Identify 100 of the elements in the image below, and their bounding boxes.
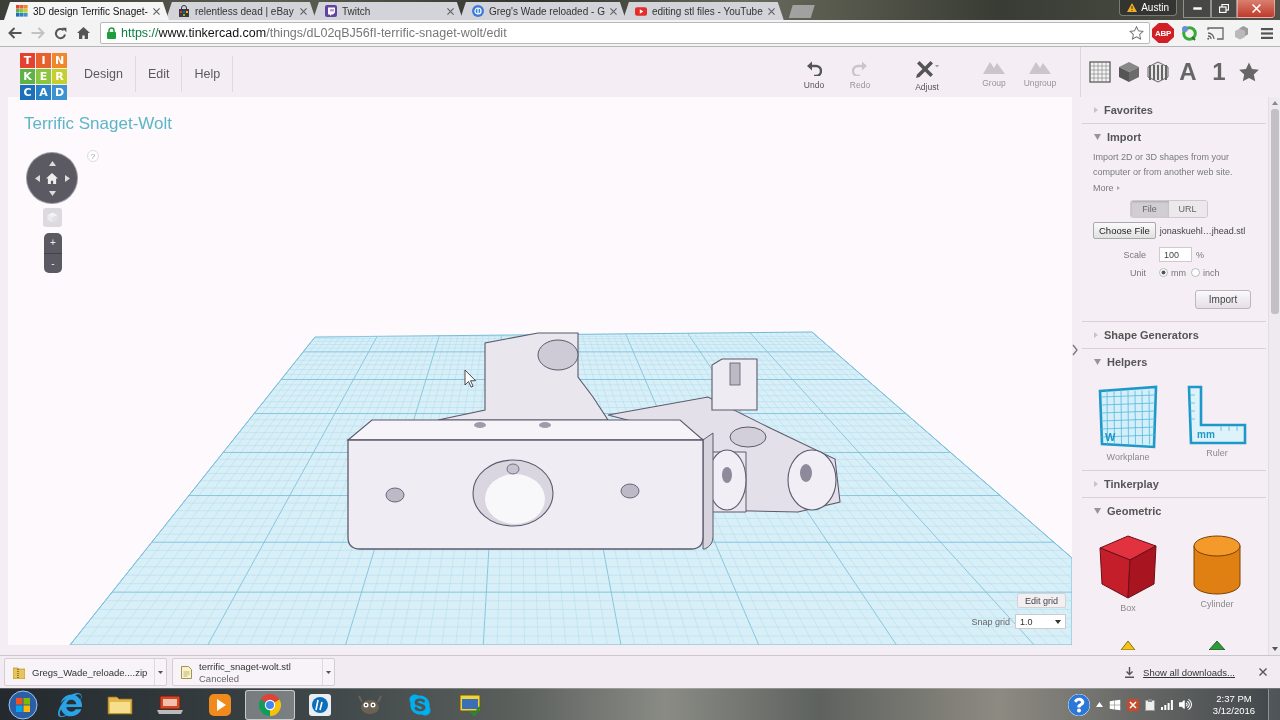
shape-tool-button[interactable]: A xyxy=(1176,59,1200,85)
import-description: Import 2D or 3D shapes from your computer or from another web site. xyxy=(1093,151,1234,179)
cylinder-icon[interactable] xyxy=(1192,534,1242,596)
section-header[interactable]: Helpers xyxy=(1082,349,1266,375)
clipboard-icon[interactable] xyxy=(1145,698,1155,711)
toolbar-button[interactable]: Adjust xyxy=(904,47,950,97)
caret-down-icon[interactable] xyxy=(158,670,163,674)
section-header[interactable]: Import xyxy=(1082,124,1266,150)
ring-magnifier-icon[interactable] xyxy=(1181,25,1197,41)
toolbar-button[interactable]: Undo xyxy=(791,47,837,97)
radio-button[interactable] xyxy=(1191,268,1200,277)
help-icon[interactable] xyxy=(1068,693,1090,716)
show-all-downloads-link[interactable]: Show all downloads... xyxy=(1143,666,1235,678)
zoom-out-button[interactable]: - xyxy=(44,253,62,273)
section-header[interactable]: Geometric xyxy=(1082,498,1266,524)
scroll-down-icon[interactable] xyxy=(1271,647,1278,651)
menu-icon[interactable] xyxy=(1261,27,1273,39)
home-icon[interactable] xyxy=(77,27,90,39)
triangle-left-icon[interactable] xyxy=(34,174,40,182)
more-link[interactable]: More xyxy=(1093,182,1114,193)
maximize-button[interactable] xyxy=(1211,0,1237,18)
browser-tab[interactable]: Greg's Wade reloaded - G xyxy=(459,2,626,20)
cube-icon[interactable] xyxy=(1118,61,1140,83)
scrollbar-thumb[interactable] xyxy=(1270,109,1279,314)
section-header[interactable]: Tinkerplay xyxy=(1082,471,1266,497)
source-tab[interactable]: File xyxy=(1130,201,1169,217)
menu-item[interactable]: Edit xyxy=(135,56,183,92)
address-bar[interactable]: https://www.tinkercad.com/things/dL02qBJ56fI-terrific-snaget-wolt/edit xyxy=(100,22,1150,44)
section-header[interactable]: Shape Generators xyxy=(1082,322,1266,348)
browser-tab[interactable]: Twitch xyxy=(312,2,463,20)
padlock-icon xyxy=(107,27,116,39)
unit-option[interactable]: mm xyxy=(1159,267,1186,278)
choose-file-button[interactable]: Choose File xyxy=(1093,222,1156,239)
triangle-right-icon[interactable] xyxy=(64,174,70,182)
caret-up-icon[interactable] xyxy=(1096,702,1103,707)
star-icon[interactable] xyxy=(1238,61,1260,83)
taskbar-app-button[interactable] xyxy=(245,689,295,720)
scale-input[interactable]: 100 xyxy=(1159,247,1192,262)
home-icon[interactable] xyxy=(46,172,58,184)
menu-item[interactable]: Design xyxy=(72,56,136,92)
profile-button[interactable]: Austin xyxy=(1119,0,1177,16)
snap-grid-select[interactable]: 1.0 xyxy=(1015,614,1066,629)
close-tab-icon[interactable] xyxy=(299,7,307,15)
caret-down-icon[interactable] xyxy=(326,670,331,674)
download-item[interactable]: terrific_snaget-wolt.stl Canceled xyxy=(172,658,335,686)
close-tab-icon[interactable] xyxy=(609,7,617,15)
logo-tile: I xyxy=(36,53,51,68)
close-button[interactable] xyxy=(1237,0,1275,18)
minimize-icon xyxy=(1192,7,1202,10)
restore-icon xyxy=(1219,4,1229,13)
browser-tab[interactable]: relentless dead | eBay xyxy=(165,2,316,20)
flag-icon[interactable] xyxy=(1109,698,1121,711)
bookmark-star-icon[interactable] xyxy=(1129,26,1144,40)
ruler-pencil-icon xyxy=(915,60,939,78)
signal-bars-icon[interactable] xyxy=(1161,699,1173,710)
shape-tool-button[interactable]: 1 xyxy=(1207,59,1231,85)
striped-cube-icon[interactable] xyxy=(1147,61,1169,83)
adblock-badge[interactable]: ABP xyxy=(1152,23,1174,43)
logo-tile: E xyxy=(36,69,51,84)
orbit-control[interactable] xyxy=(27,153,77,203)
cube-icon xyxy=(47,212,58,223)
close-tab-icon[interactable] xyxy=(446,7,454,15)
import-button[interactable]: Import xyxy=(1195,290,1251,309)
reload-icon[interactable] xyxy=(54,26,67,40)
shape-label: Ruler xyxy=(1206,448,1228,458)
shape-label: Box xyxy=(1120,603,1136,613)
roof-icon[interactable] xyxy=(1209,641,1225,650)
screen-icon xyxy=(157,694,183,715)
close-tab-icon[interactable] xyxy=(767,7,775,15)
speaker-icon[interactable] xyxy=(1179,698,1192,711)
pyramid-icon[interactable] xyxy=(1121,641,1135,650)
new-tab-button[interactable] xyxy=(788,5,815,18)
triangle-down-icon[interactable] xyxy=(48,190,56,196)
scroll-up-icon[interactable] xyxy=(1271,101,1278,105)
creature-icon xyxy=(358,694,382,715)
speech-bubble-icon xyxy=(324,5,337,17)
cast-icon[interactable] xyxy=(1206,26,1224,40)
close-tab-icon[interactable] xyxy=(152,7,160,15)
source-tab[interactable]: URL xyxy=(1168,201,1207,217)
shape-label: Workplane xyxy=(1106,452,1150,462)
tray-app-icon[interactable] xyxy=(1127,698,1139,711)
zip-folder-icon xyxy=(13,665,25,679)
unit-option[interactable]: inch xyxy=(1191,267,1220,278)
radio-button[interactable] xyxy=(1159,268,1168,277)
browser-tab[interactable]: 3D design Terrific Snaget- xyxy=(4,2,169,20)
edit-grid-button[interactable]: Edit grid xyxy=(1016,593,1066,608)
zoom-in-button[interactable]: + xyxy=(44,233,62,254)
circle-logo-icon xyxy=(471,5,484,17)
section-header[interactable]: Favorites xyxy=(1082,97,1266,123)
minimize-button[interactable] xyxy=(1183,0,1211,18)
menu-item[interactable]: Help xyxy=(182,56,234,92)
chevron-right-icon[interactable] xyxy=(1072,344,1078,356)
start-orb-icon[interactable] xyxy=(7,689,38,720)
cube-icon[interactable] xyxy=(1098,534,1158,600)
download-item[interactable]: Gregs_Wade_reloade....zip xyxy=(4,658,167,686)
grid-icon[interactable] xyxy=(1089,61,1111,83)
browser-tab[interactable]: editing stl files - YouTube xyxy=(622,2,784,20)
triangle-up-icon[interactable] xyxy=(48,160,56,166)
back-arrow-icon[interactable] xyxy=(7,27,22,39)
close-icon[interactable] xyxy=(1259,668,1267,676)
